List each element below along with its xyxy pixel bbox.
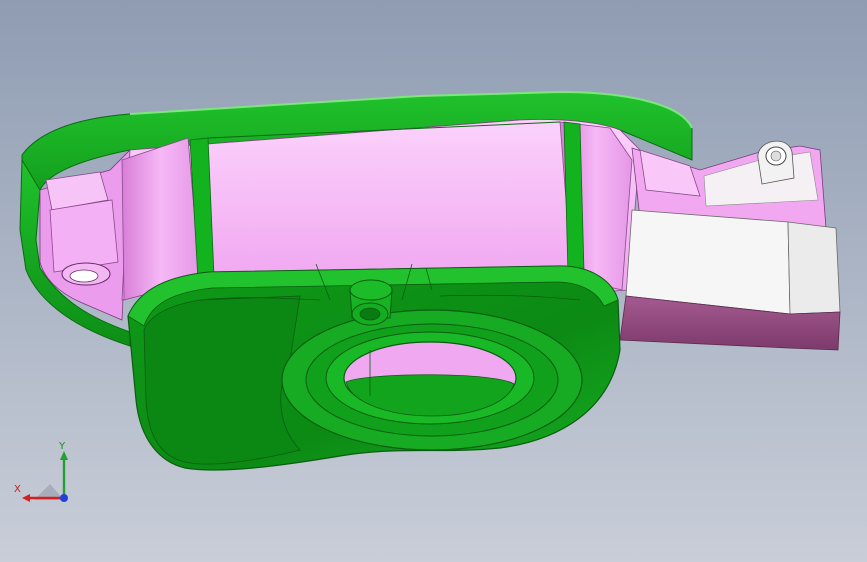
left-boss-block: [49, 199, 119, 273]
graphics-viewport[interactable]: Y X: [0, 0, 867, 562]
z-axis-icon: [60, 494, 68, 502]
nozzle-top: [349, 279, 393, 301]
x-axis-label: X: [14, 484, 21, 495]
3d-model-housing[interactable]: [0, 0, 867, 562]
orientation-triad: Y X: [12, 440, 74, 508]
right-extension-white-face-2: [787, 221, 841, 315]
base-front-face: [143, 295, 301, 465]
y-axis-label: Y: [59, 441, 66, 452]
